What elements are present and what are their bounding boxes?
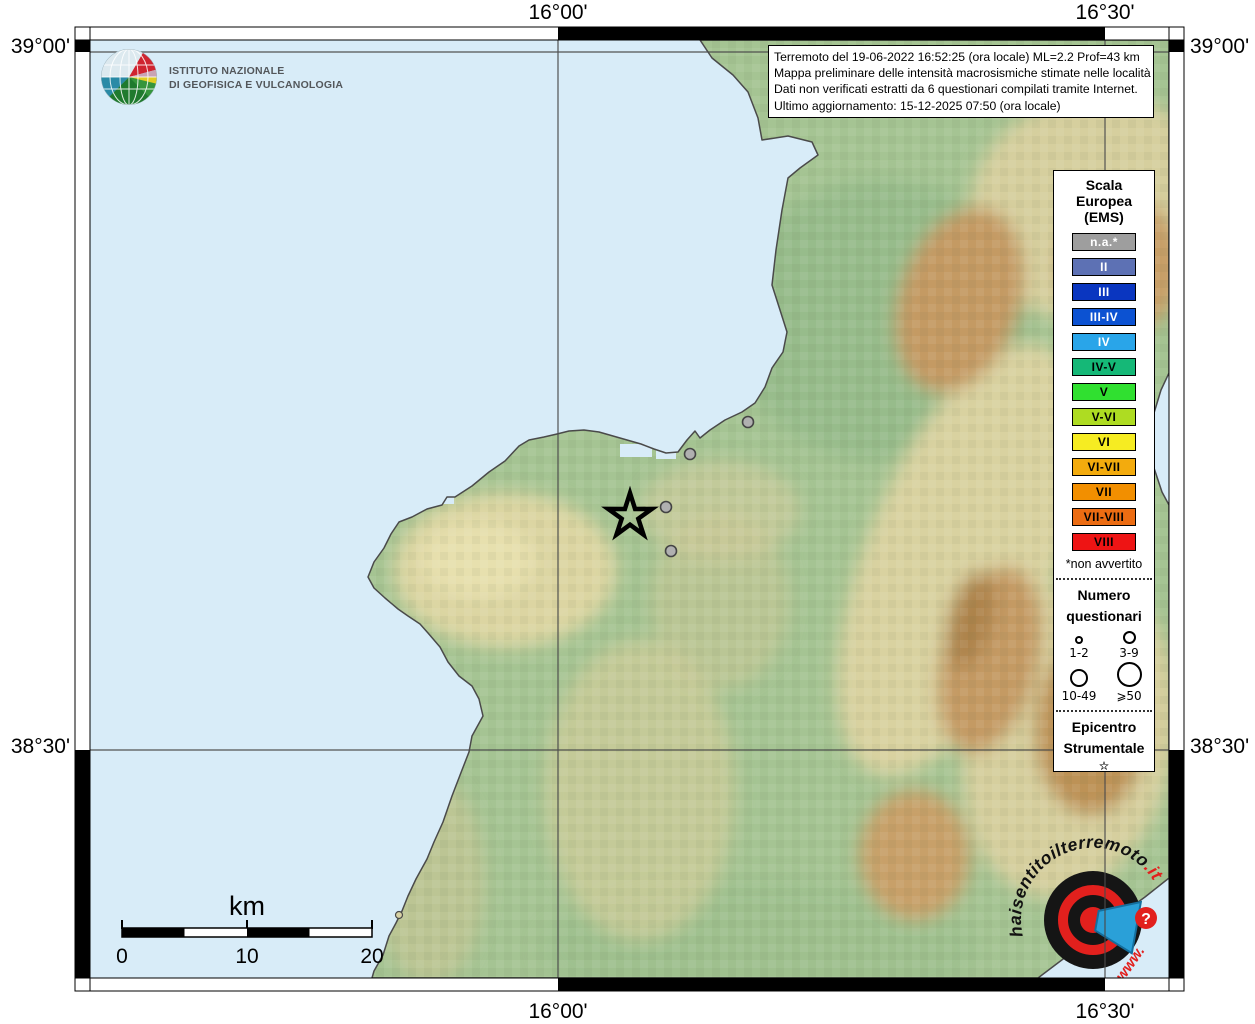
questionnaire-class-label: 10-49 [1061, 689, 1097, 703]
macroseismic-map-page: ? haisentitoilterremoto.it www. km 0 10 … [0, 0, 1255, 1024]
legend-star-icon [1099, 761, 1109, 770]
legend-separator [1056, 578, 1152, 580]
legend-chip-VII: VII [1072, 483, 1136, 501]
legend-chip-II: II [1072, 258, 1136, 276]
info-line-map-type: Mappa preliminare delle intensità macros… [774, 66, 1151, 81]
legend-chip-n.a.*: n.a.* [1072, 233, 1136, 251]
questionnaire-class-label: 3-9 [1119, 646, 1139, 660]
legend-chip-III: III [1072, 283, 1136, 301]
questionnaire-circle-icon [1116, 662, 1142, 687]
scale-tick-10: 10 [235, 945, 258, 968]
questionnaires-title: Numero questionari [1066, 587, 1142, 624]
questionnaire-class-label: 1-2 [1069, 646, 1089, 660]
questionnaire-circle-icon [1070, 669, 1088, 687]
questionnaire-classes: 1-2 3-9 10-49 ⩾50 [1056, 631, 1152, 703]
scale-tick-20: 20 [360, 945, 383, 968]
locality-dot [683, 447, 697, 461]
legend-chip-III-IV: III-IV [1072, 308, 1136, 326]
axis-top-lon-1630: 16°30' [1075, 1, 1134, 24]
legend-chip-VI-VII: VI-VII [1072, 458, 1136, 476]
ingv-globe-icon [101, 49, 157, 105]
legend-footnote: *non avvertito [1065, 557, 1143, 571]
scale-bar-segment [122, 928, 185, 937]
axis-right-lat-3830: 38°30' [1190, 735, 1249, 758]
epicenter-title: Epicentro Strumentale [1063, 719, 1145, 756]
info-line-event: Terremoto del 19-06-2022 16:52:25 (ora l… [774, 50, 1140, 64]
axis-left-lat-3830: 38°30' [11, 735, 70, 758]
questionnaire-circle-icon [1075, 636, 1083, 644]
legend-scale-items: n.a.* II III III-IV IV IV-V V V-VI VI VI-VII VII VI… [1072, 233, 1136, 551]
locality-dot [664, 544, 678, 558]
legend-chip-VIII: VIII [1072, 533, 1136, 551]
questionnaire-class-3-9: 3-9 [1106, 631, 1152, 660]
legend-chip-IV-V: IV-V [1072, 358, 1136, 376]
questionnaire-class-10-49: 10-49 [1056, 662, 1102, 703]
axis-bottom-lon-1600: 16°00' [528, 1000, 587, 1023]
event-info-box: Terremoto del 19-06-2022 16:52:25 (ora l… [768, 45, 1154, 118]
questionnaire-class-label: ⩾50 [1116, 689, 1142, 703]
info-line-data-source: Dati non verificati estratti da 6 questi… [774, 82, 1138, 97]
scale-tick-0: 0 [116, 945, 128, 968]
ingv-name-line1: ISTITUTO NAZIONALE [169, 65, 284, 77]
ingv-name-line2: DI GEOFISICA E VULCANOLOGIA [169, 79, 343, 91]
coastal-islet [394, 910, 404, 920]
questionnaire-class-1-2: 1-2 [1056, 631, 1102, 660]
locality-dot [659, 500, 673, 514]
questionnaire-class-⩾50: ⩾50 [1106, 662, 1152, 703]
legend-chip-V-VI: V-VI [1072, 408, 1136, 426]
question-mark-glyph: ? [1141, 911, 1151, 928]
axis-bottom-lon-1630: 16°30' [1075, 1000, 1134, 1023]
axis-top-lon-1600: 16°00' [528, 1, 587, 24]
info-line-updated: Ultimo aggiornamento: 15-12-2025 07:50 (… [774, 98, 1061, 113]
axis-left-lat-3900: 39°00' [11, 35, 70, 58]
scale-bar-segment [247, 928, 310, 937]
legend-box: Scala Europea (EMS) n.a.* II III III-IV IV IV… [1053, 170, 1155, 772]
legend-separator-2 [1056, 710, 1152, 712]
legend-chip-VII-VIII: VII-VIII [1072, 508, 1136, 526]
legend-title: Scala Europea (EMS) [1075, 177, 1132, 225]
locality-dot [741, 415, 755, 429]
legend-chip-V: V [1072, 383, 1136, 401]
legend-chip-IV: IV [1072, 333, 1136, 351]
questionnaire-circle-icon [1122, 631, 1136, 644]
legend-chip-VI: VI [1072, 433, 1136, 451]
scale-bar-unit: km [229, 891, 265, 921]
axis-right-lat-3900: 39°00' [1190, 35, 1249, 58]
